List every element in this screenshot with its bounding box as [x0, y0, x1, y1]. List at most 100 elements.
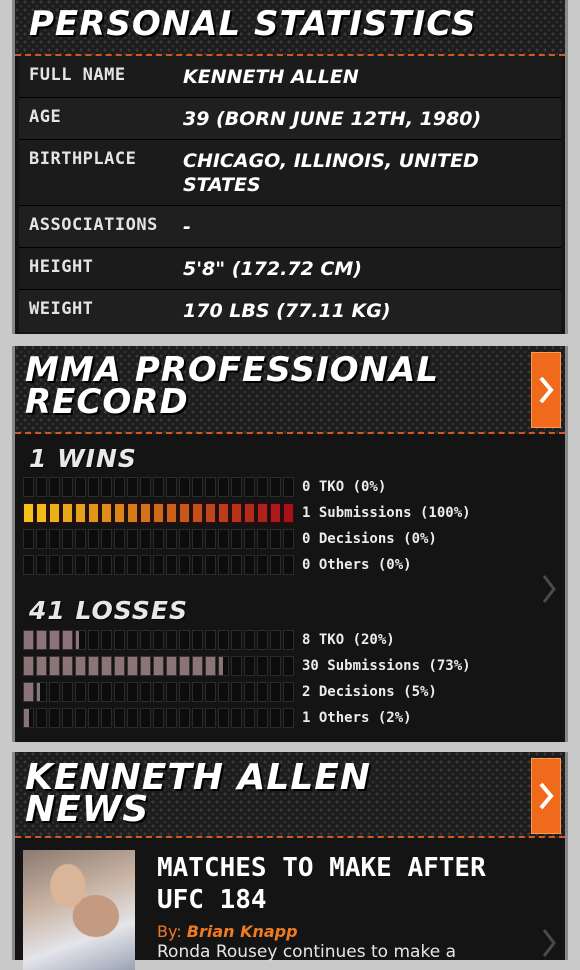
- stats-value: 170 LBS (77.11 KG): [183, 300, 391, 322]
- bar-segment: [49, 708, 60, 728]
- news-thumbnail[interactable]: [23, 850, 135, 970]
- bar-segment: [153, 555, 164, 575]
- bar-segment: [192, 503, 203, 523]
- bar-segment: [166, 555, 177, 575]
- bar-segment: [218, 503, 229, 523]
- stats-table: FULL NAME KENNETH ALLEN AGE 39 (BORN JUN…: [15, 56, 565, 332]
- stats-row-associations: ASSOCIATIONS -: [19, 206, 561, 248]
- bar-segment: [75, 708, 86, 728]
- bar-segment: [62, 630, 73, 650]
- stats-label: AGE: [29, 107, 62, 127]
- bar-segment: [218, 656, 229, 676]
- stats-row-height: HEIGHT 5'8" (172.72 CM): [19, 248, 561, 290]
- bar-segment: [179, 477, 190, 497]
- mma-record-header: MMA PROFESSIONAL RECORD: [15, 346, 565, 434]
- mma-record-panel: MMA PROFESSIONAL RECORD 1 WINS 0 TKO (0%…: [12, 346, 568, 742]
- bar-segment: [205, 503, 216, 523]
- bar-label: 8 TKO (20%): [302, 632, 395, 648]
- news-headline[interactable]: MATCHES TO MAKE AFTER UFC 184: [157, 852, 517, 916]
- bar-segment: [166, 708, 177, 728]
- bar-segment: [101, 630, 112, 650]
- bar-segment: [244, 555, 255, 575]
- bar-segment: [49, 529, 60, 549]
- news-more-button[interactable]: [531, 758, 561, 834]
- bar-segment: [75, 503, 86, 523]
- stats-label: ASSOCIATIONS: [29, 215, 158, 235]
- bar-segment: [140, 503, 151, 523]
- wins-tko-row: 0 TKO (0%): [23, 476, 386, 498]
- bar-segment: [127, 503, 138, 523]
- bar-segment: [231, 630, 242, 650]
- bar-segment: [257, 555, 268, 575]
- bar-segment: [192, 682, 203, 702]
- bar-label: 1 Others (2%): [302, 710, 412, 726]
- bar-segment: [231, 682, 242, 702]
- bar-segment: [36, 630, 47, 650]
- bar-segment: [75, 555, 86, 575]
- bar-segment: [257, 529, 268, 549]
- bar-segment: [114, 708, 125, 728]
- bar-segment: [88, 555, 99, 575]
- bar-segment: [49, 630, 60, 650]
- bar-segment: [257, 656, 268, 676]
- bar-segment: [179, 503, 190, 523]
- losses-tko-row: 8 TKO (20%): [23, 629, 395, 651]
- bar-label: 0 Decisions (0%): [302, 531, 437, 547]
- bar-segment: [127, 682, 138, 702]
- bar-segment: [153, 708, 164, 728]
- bar-segment: [218, 682, 229, 702]
- chevron-right-icon[interactable]: [539, 926, 559, 960]
- bar-segment: [49, 682, 60, 702]
- bar-segment: [88, 682, 99, 702]
- bar-segment: [270, 708, 281, 728]
- bar-segment: [192, 529, 203, 549]
- bar-segment: [23, 503, 34, 523]
- chevron-right-icon[interactable]: [539, 572, 559, 606]
- stats-label: WEIGHT: [29, 299, 94, 319]
- bar-segment: [140, 555, 151, 575]
- bar-segment: [101, 529, 112, 549]
- bar-segment: [244, 682, 255, 702]
- bar-segment: [166, 682, 177, 702]
- bar-cells: [23, 503, 294, 523]
- record-more-button[interactable]: [531, 352, 561, 428]
- news-panel: KENNETH ALLEN NEWS MATCHES TO MAKE AFTER…: [12, 752, 568, 970]
- bar-segment: [140, 630, 151, 650]
- bar-segment: [101, 656, 112, 676]
- news-header: KENNETH ALLEN NEWS: [15, 752, 565, 838]
- bar-segment: [114, 656, 125, 676]
- stats-value: -: [183, 216, 191, 238]
- bar-segment: [36, 656, 47, 676]
- bar-segment: [114, 529, 125, 549]
- stats-label: HEIGHT: [29, 257, 94, 277]
- bar-segment: [36, 708, 47, 728]
- bar-segment: [88, 529, 99, 549]
- bar-segment: [270, 656, 281, 676]
- bar-segment: [114, 503, 125, 523]
- bar-segment: [166, 503, 177, 523]
- bar-segment: [101, 708, 112, 728]
- bar-segment: [192, 477, 203, 497]
- bar-segment: [179, 529, 190, 549]
- bar-segment: [75, 477, 86, 497]
- bar-segment: [283, 708, 294, 728]
- bar-segment: [205, 656, 216, 676]
- bar-segment: [192, 630, 203, 650]
- bar-segment: [231, 477, 242, 497]
- bar-segment: [127, 529, 138, 549]
- bar-segment: [36, 529, 47, 549]
- bar-cells: [23, 477, 294, 497]
- bar-cells: [23, 555, 294, 575]
- bar-segment: [205, 555, 216, 575]
- bar-segment: [244, 708, 255, 728]
- bar-segment: [23, 630, 34, 650]
- bar-segment: [62, 708, 73, 728]
- stats-value: KENNETH ALLEN: [183, 66, 359, 88]
- bar-segment: [179, 656, 190, 676]
- bar-segment: [257, 682, 268, 702]
- stats-row-full-name: FULL NAME KENNETH ALLEN: [19, 56, 561, 98]
- news-author[interactable]: Brian Knapp: [187, 922, 298, 941]
- bar-segment: [283, 529, 294, 549]
- bar-segment: [205, 708, 216, 728]
- bar-segment: [166, 529, 177, 549]
